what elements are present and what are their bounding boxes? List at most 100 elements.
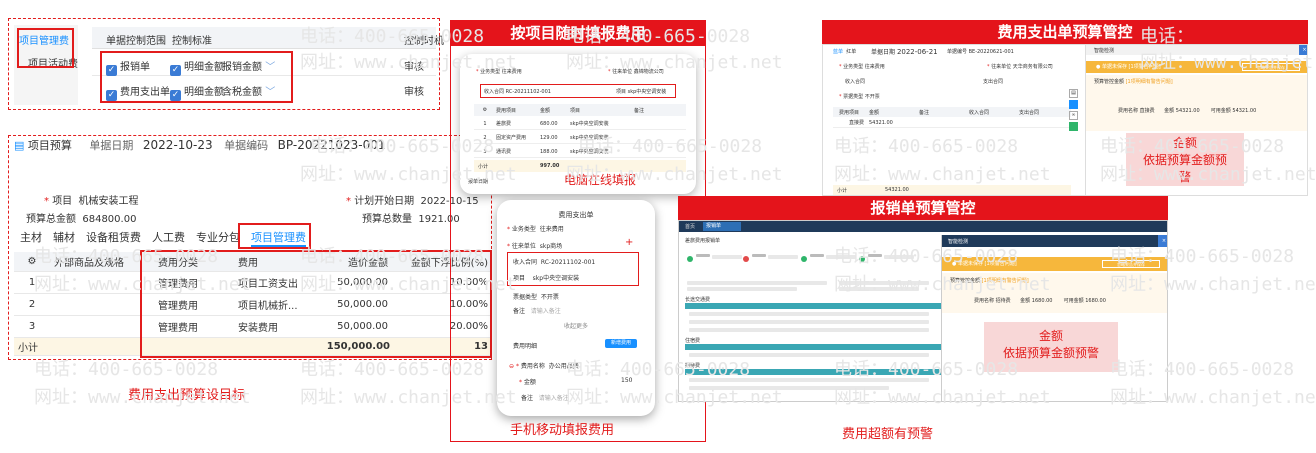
reimb-warn-text: 单据未保存 [1项警告问题] [957,261,1017,267]
table-highlight [140,250,492,358]
mobile-fee-name[interactable]: ⊖ * 费用名称 办公用品费 [509,361,579,370]
reimb-section-transport: 长途交通费 [685,297,711,303]
ignore-warning-button[interactable]: 忽略警告并保存 [1242,63,1300,71]
expense-row-amount: 54321.00 [869,119,893,126]
pc-settings-icon[interactable]: ⚙ [474,107,496,113]
reimb-tab-home[interactable]: 首页 [685,223,695,230]
expense-toolbar: ▤ ∞ [1069,89,1078,133]
project-label: 项目 [52,196,73,207]
warn-mid-line2: 依据预算金额预警 [1002,346,1099,360]
pc-row-no: 3 [483,148,487,155]
close-icon[interactable]: × [1158,235,1167,247]
expense-code: 单据编号 BE-20220621-001 [947,48,1014,55]
expense-line-amt-label: 金额 [1164,108,1175,114]
mobile-note2-label: 备注 [521,395,534,402]
tab-highlight [17,28,74,68]
list-icon[interactable] [1069,100,1078,109]
title-by-project: 按项目随时填报费用 [450,20,706,46]
close-icon[interactable]: × [1299,45,1307,55]
flow-step-icon [687,256,693,262]
mobile-invoice-value: 不开票 [540,294,559,301]
mobile-contract-highlight [507,252,639,286]
warn-mid-line1: 金额 [1038,329,1063,343]
pc-project-value: skp中央空调安装 [627,89,667,95]
reimb-rule-label: 预算管控金额 [950,278,981,284]
caption-mobile-fill: 手机移动填报费用 [510,423,615,438]
reimb-check-header [942,235,1167,247]
budget-icon: ▤ [14,139,25,152]
start-date-label: 计划开始日期 [354,196,415,207]
expense-rule-detail: [1项明细有警告问题] [1125,79,1173,85]
tab-labor[interactable]: 人工费 [152,229,185,247]
expense-col-income: 收入合同 [969,109,990,116]
reimb-check-panel: 智能检测 × ● 单据未保存 [1项警告问题] 忽略警告并保存 预算管控金额 [… [941,235,1167,401]
mobile-add-fee-button[interactable]: 新增费用 [605,339,637,348]
tab-highlight [238,223,311,249]
total-qty-label: 预算总数量 [362,214,412,225]
link-icon[interactable]: ∞ [1069,111,1078,120]
expense-partner: * 往来单位 天华商务有限公司 [987,64,1053,70]
mobile-biz[interactable]: * 业务类型 往来费用 [507,224,564,233]
row-no: 1 [28,277,36,288]
pc-table-header: ⚙ 费用项目 金额 项目 备注 [474,104,686,116]
mobile-collapse[interactable]: 收起更多 [497,321,655,330]
reimb-topbar [679,221,1167,232]
mobile-biz-label: 业务类型 [511,226,536,233]
pc-project: 项目 skp中央空调安装 [616,88,666,95]
expense-rule: 预算管控金额 [1项明细有警告问题] [1094,78,1173,85]
tab-aux-material[interactable]: 辅材 [53,229,75,247]
expense-invoice: * 票据类型 不开票 [839,94,880,100]
tab-blue[interactable]: 蓝单 [833,49,843,55]
expense-code-value: BE-20220621-001 [968,49,1014,55]
title-expense-control: 费用支出单预算管控 [822,20,1308,44]
warning-icon: ● [1096,64,1101,70]
warning-icon: ● [952,261,957,267]
tab-equipment-rent[interactable]: 设备租赁费 [86,229,141,247]
expense-code-label: 单据编号 [947,49,968,55]
pc-col-name: 费用项目 [496,107,517,114]
pc-row-name: 通讯费 [496,149,512,155]
project-field[interactable]: * 项目 机械安装工程 [44,192,139,207]
table-row[interactable]: 直接费 54321.00 [833,118,1071,128]
mobile-invoice[interactable]: 票据类型 不开票 [513,292,559,301]
expense-row-name: 直接费 [849,120,865,126]
print-icon[interactable]: ▤ [1069,89,1078,98]
ignore-warning-button[interactable]: 忽略警告并保存 [1102,260,1160,268]
col-goods: 外部商品及规格 [54,258,124,269]
reimb-line-amt-label: 金额 [1020,298,1031,304]
table-row[interactable]: 1 差旅费 680.00 skp中央空调安装 [474,118,686,130]
tab-red[interactable]: 红单 [846,49,856,55]
row-no: 3 [28,321,36,332]
reimb-tab-active[interactable]: 报销单 [703,222,741,231]
tab-subcontract[interactable]: 专业分包 [196,229,240,247]
expense-col-note: 备注 [919,109,930,116]
expense-table-header: 费用项目 金额 备注 收入合同 支出合同 [833,107,1071,117]
mobile-fee-name-label: 费用名称 [520,363,545,370]
settings-icon[interactable]: ⚙ [14,256,50,267]
pc-bottom-label: 报单日期 [468,179,489,185]
warn-note-mid: 金额 依据预算金额预警 [984,322,1118,372]
reimb-section-hotel: 住宿费 [685,338,701,344]
mobile-detail-label: 费用明细 [513,343,538,350]
total-qty-field: 预算总数量 1921.00 [362,210,460,225]
expense-line: 费用名称 直接费 金额 54321.00 可用金额 54321.00 [1118,107,1256,114]
flow-step-icon [743,256,749,262]
mobile-note[interactable]: 备注 请输入备注 [513,306,561,315]
mobile-add-icon[interactable]: + [625,237,633,248]
reimb-flow [687,248,937,276]
table-row[interactable]: 3 通讯费 188.00 skp中央空调安装 [474,146,686,158]
code-value: BP-20221023-001 [277,138,386,152]
refresh-icon[interactable] [1069,122,1078,131]
expense-line-name: 直接费 [1139,108,1155,114]
mobile-partner[interactable]: * 往来单位 skp商场 [507,241,562,250]
mobile-amount-label: 金额 [523,379,536,386]
mobile-amount[interactable]: * 金额 [519,377,536,386]
mobile-note2[interactable]: 备注 请输入备注 [521,393,569,402]
expense-col-out: 支出合同 [1019,109,1040,116]
expense-rule-label: 预算管控金额 [1094,79,1125,85]
tab-main-material[interactable]: 主材 [20,229,42,247]
expense-partner-value: 天华商务有限公司 [1012,64,1053,70]
table-row[interactable]: 2 固定资产费用 129.00 skp中央空调安装 [474,132,686,144]
flow-step-icon [801,256,807,262]
expense-partner-label: 往来单位 [991,64,1012,70]
